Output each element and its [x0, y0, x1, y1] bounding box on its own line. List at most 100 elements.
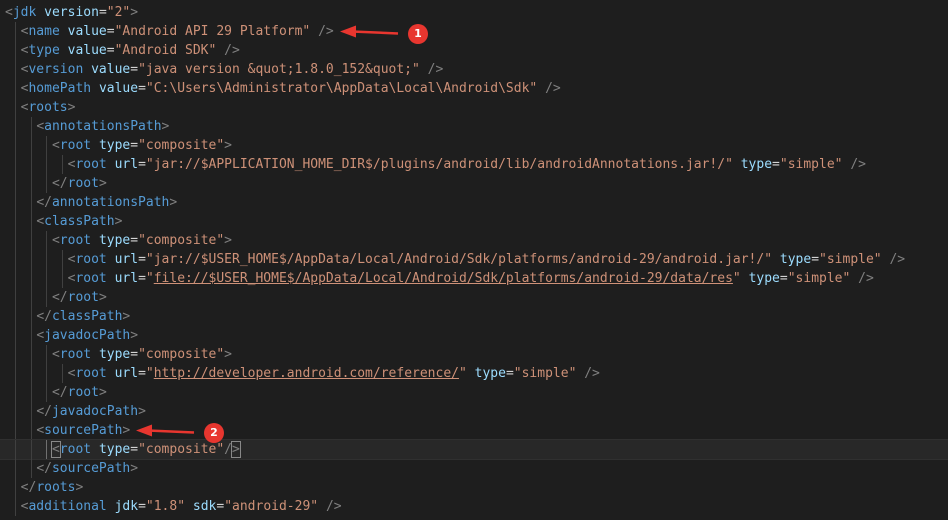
code-line[interactable]: <root type="composite">	[0, 345, 948, 364]
code-token: >	[130, 328, 139, 343]
code-token: =	[106, 43, 115, 58]
code-token: </	[36, 195, 52, 210]
indent-guide	[15, 269, 16, 288]
code-token: />	[858, 271, 874, 286]
code-token: >	[67, 100, 76, 115]
indent-guide	[15, 41, 16, 60]
code-line[interactable]: <version value="java version &quot;1.8.0…	[0, 60, 948, 79]
indent-guide	[46, 383, 48, 402]
indent-guide	[15, 497, 16, 516]
code-token: <	[5, 5, 13, 20]
code-line[interactable]: <sourcePath>	[0, 421, 948, 440]
code-line[interactable]: </root>	[0, 383, 948, 402]
code-line[interactable]: <root url="jar://$APPLICATION_HOME_DIR$/…	[0, 155, 948, 174]
code-line[interactable]: </sourcePath>	[0, 459, 948, 478]
indent-guide	[30, 231, 32, 250]
code-line[interactable]: </roots>	[0, 478, 948, 497]
code-line[interactable]: <root type="composite">	[0, 136, 948, 155]
code-token: javadocPath	[44, 328, 131, 343]
indent-guide	[15, 421, 16, 440]
code-line[interactable]: <root url="jar://$USER_HOME$/AppData/Loc…	[0, 250, 948, 269]
code-token: root	[75, 252, 107, 267]
code-text: </root>	[52, 174, 107, 193]
code-token: </	[51, 290, 68, 305]
code-line[interactable]: <homePath value="C:\Users\Administrator\…	[0, 79, 948, 98]
indent-guide	[30, 136, 32, 155]
indent-guide	[30, 307, 32, 326]
code-token: type	[740, 157, 773, 172]
code-token: =	[138, 366, 146, 381]
code-token: jdk	[12, 5, 37, 20]
indent-guide	[46, 155, 48, 174]
code-token: type	[98, 138, 131, 153]
indent-guide	[15, 212, 16, 231]
code-text: <root url="http://developer.android.com/…	[68, 364, 600, 383]
indent-guide	[15, 79, 16, 98]
code-text: </classPath>	[36, 307, 130, 326]
code-line[interactable]: <name value="Android API 29 Platform" />	[0, 22, 948, 41]
code-token[interactable]: file://$USER_HOME$/AppData/Local/Android…	[154, 271, 733, 286]
indent-guide	[15, 345, 16, 364]
code-line[interactable]: <type value="Android SDK" />	[0, 41, 948, 60]
code-token: >	[122, 423, 131, 438]
code-line[interactable]: <classPath>	[0, 212, 948, 231]
code-token: "simple"	[787, 271, 851, 286]
indent-guide	[15, 402, 16, 421]
code-line[interactable]: <javadocPath>	[0, 326, 948, 345]
code-token: "simple"	[819, 252, 882, 267]
code-line[interactable]: <root type="composite"/>	[0, 439, 948, 460]
code-token: =	[138, 252, 146, 267]
indent-guide	[30, 364, 32, 383]
code-token: "composite"	[138, 233, 225, 248]
code-line[interactable]: <additional jdk="1.8" sdk="android-29" /…	[0, 497, 948, 516]
code-token: >	[122, 309, 131, 324]
code-token: "	[145, 271, 154, 286]
code-line[interactable]: <root url="http://developer.android.com/…	[0, 364, 948, 383]
code-line[interactable]: <roots>	[0, 98, 948, 117]
annotation-badge: 2	[204, 422, 224, 443]
indent-guide	[46, 250, 48, 269]
code-line[interactable]: <annotationsPath>	[0, 117, 948, 136]
code-token: =	[130, 62, 139, 77]
indent-guide	[30, 459, 32, 478]
code-token: "	[732, 271, 741, 286]
code-token: type	[474, 366, 506, 381]
code-line[interactable]: </annotationsPath>	[0, 193, 948, 212]
code-token: />	[545, 81, 561, 96]
code-text: <additional jdk="1.8" sdk="android-29" /…	[21, 497, 342, 516]
indent-guide	[30, 326, 32, 345]
code-token[interactable]: http://developer.android.com/reference/	[154, 366, 459, 381]
code-token: >	[130, 461, 139, 476]
code-line[interactable]: <jdk version="2">	[0, 3, 948, 22]
code-line[interactable]: <root url="file://$USER_HOME$/AppData/Lo…	[0, 269, 948, 288]
code-line[interactable]: </classPath>	[0, 307, 948, 326]
indent-guide	[15, 288, 16, 307]
code-line[interactable]: </root>	[0, 288, 948, 307]
indent-guide	[15, 174, 16, 193]
code-line[interactable]: <root type="composite">	[0, 231, 948, 250]
code-token: />	[325, 499, 342, 514]
code-editor[interactable]: <jdk version="2"> <name value="Android AP…	[0, 0, 948, 520]
indent-guide	[30, 250, 32, 269]
code-token: type	[98, 233, 131, 248]
code-line[interactable]: </root>	[0, 174, 948, 193]
code-text: <javadocPath>	[36, 326, 138, 345]
code-token: "	[145, 366, 154, 381]
code-token: type	[779, 252, 812, 267]
code-text: <roots>	[21, 98, 76, 117]
indent-guide	[15, 364, 16, 383]
indent-guide	[15, 98, 16, 117]
code-line[interactable]: </javadocPath>	[0, 402, 948, 421]
code-token: roots	[36, 480, 76, 495]
indent-guide	[30, 193, 32, 212]
code-token: />	[318, 24, 334, 39]
